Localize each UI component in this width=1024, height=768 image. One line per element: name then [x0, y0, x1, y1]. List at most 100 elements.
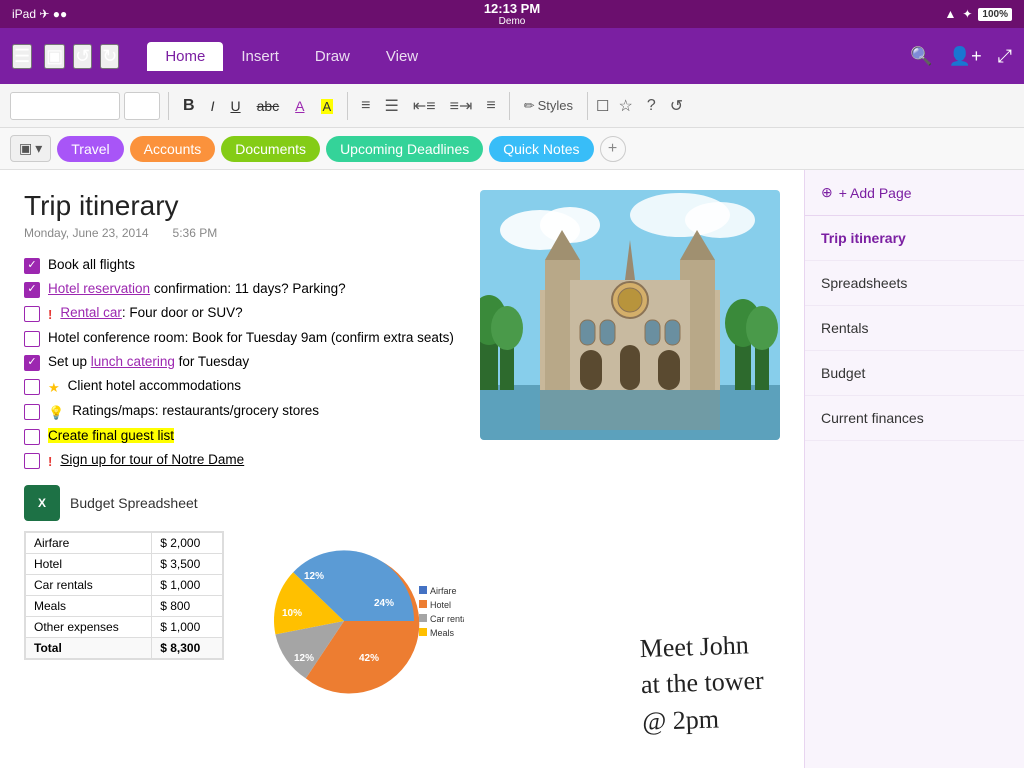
- sidebar-page-label: Rentals: [821, 320, 868, 336]
- hotel-reservation-link[interactable]: Hotel reservation: [48, 281, 150, 296]
- note-content: Trip itinerary Monday, June 23, 2014 5:3…: [0, 170, 804, 768]
- bold-button[interactable]: B: [177, 93, 201, 119]
- add-tab-button[interactable]: +: [600, 136, 626, 162]
- task-item: ! Sign up for tour of Notre Dame: [24, 451, 780, 471]
- checkbox-icon[interactable]: ☐: [596, 97, 609, 115]
- task-text: Ratings/maps: restaurants/grocery stores: [72, 402, 319, 421]
- task-checkbox[interactable]: [24, 306, 40, 322]
- strikethrough-button[interactable]: abc: [251, 94, 286, 118]
- tab-home[interactable]: Home: [147, 42, 223, 71]
- pie-chart: 24% 42% 12% 10% 12% Airfare Hotel Car r: [244, 531, 464, 711]
- undo-button[interactable]: ↺: [73, 44, 92, 69]
- tab-upcoming-deadlines[interactable]: Upcoming Deadlines: [326, 136, 483, 162]
- svg-text:12%: 12%: [294, 653, 314, 664]
- budget-label: Other expenses: [26, 617, 152, 638]
- separator-2: [347, 92, 348, 120]
- svg-text:Meals: Meals: [430, 628, 455, 638]
- font-name-input[interactable]: Calibri Light: [10, 92, 120, 120]
- sidebar-page-current-finances[interactable]: Current finances: [805, 396, 1024, 441]
- task-text: Hotel conference room: Book for Tuesday …: [48, 329, 454, 348]
- sidebar-page-trip-itinerary[interactable]: Trip itinerary: [805, 216, 1024, 261]
- notebook-toggle-button[interactable]: ▣: [44, 44, 65, 69]
- sidebar-page-rentals[interactable]: Rentals: [805, 306, 1024, 351]
- styles-button[interactable]: ✏ Styles: [518, 94, 579, 118]
- star-icon[interactable]: ☆: [613, 92, 637, 120]
- tab-documents[interactable]: Documents: [221, 136, 320, 162]
- task-text: Hotel reservation confirmation: 11 days?…: [48, 280, 346, 299]
- budget-label: Meals: [26, 596, 152, 617]
- highlight-icon: A: [321, 99, 334, 114]
- budget-amount: $ 3,500: [152, 554, 223, 575]
- search-icon[interactable]: 🔍: [910, 46, 932, 67]
- toolbar-nav: ↺ ↻: [73, 44, 119, 69]
- right-sidebar: ⊕ + Add Page Trip itinerary Spreadsheets…: [804, 170, 1024, 768]
- indent-icon[interactable]: ≡⇥: [445, 92, 478, 120]
- exclamation-icon: !: [48, 306, 52, 324]
- outdent-icon[interactable]: ⇤≡: [408, 92, 441, 120]
- task-checkbox[interactable]: [24, 404, 40, 420]
- sidebar-page-spreadsheets[interactable]: Spreadsheets: [805, 261, 1024, 306]
- more-icon[interactable]: ↺: [665, 92, 688, 120]
- separator-1: [168, 92, 169, 120]
- font-size-input[interactable]: 20: [124, 92, 160, 120]
- status-left: iPad ✈ ●●: [12, 7, 67, 21]
- tab-quick-notes[interactable]: Quick Notes: [489, 136, 593, 162]
- sidebar-page-label: Current finances: [821, 410, 924, 426]
- tab-insert[interactable]: Insert: [223, 42, 297, 71]
- styles-label: Styles: [538, 98, 573, 113]
- table-row: Meals $ 800: [26, 596, 223, 617]
- tab-accounts[interactable]: Accounts: [130, 136, 216, 162]
- budget-amount: $ 2,000: [152, 533, 223, 554]
- task-checkbox[interactable]: [24, 379, 40, 395]
- highlight-button[interactable]: A: [315, 94, 340, 118]
- notebook-toggle[interactable]: ▣ ▾: [10, 135, 51, 162]
- add-page-button[interactable]: ⊕ + Add Page: [805, 170, 1024, 216]
- separator-4: [587, 92, 588, 120]
- lunch-catering-link[interactable]: lunch catering: [91, 354, 175, 369]
- toolbar-right: 🔍 👤+ ⤢: [910, 46, 1012, 67]
- toolbar-left: ☰ ▣: [12, 44, 65, 69]
- budget-title: Budget Spreadsheet: [70, 495, 198, 511]
- task-checkbox[interactable]: [24, 282, 40, 298]
- budget-label: Hotel: [26, 554, 152, 575]
- pencil-icon: ✏: [524, 98, 535, 114]
- table-row: Car rentals $ 1,000: [26, 575, 223, 596]
- task-checkbox[interactable]: [24, 429, 40, 445]
- task-checkbox[interactable]: [24, 258, 40, 274]
- font-color-button[interactable]: A: [289, 94, 310, 118]
- note-time: 5:36 PM: [173, 226, 218, 240]
- task-checkbox[interactable]: [24, 331, 40, 347]
- align-icon[interactable]: ≡: [481, 93, 500, 119]
- rental-car-link[interactable]: Rental car: [60, 305, 122, 320]
- tab-view[interactable]: View: [368, 42, 436, 71]
- bulb-indicator-icon: 💡: [48, 404, 64, 422]
- menu-button[interactable]: ☰: [12, 44, 32, 69]
- chevron-down-icon: ▾: [35, 140, 42, 157]
- notre-dame-image: [480, 190, 780, 440]
- italic-button[interactable]: I: [205, 94, 221, 118]
- task-checkbox[interactable]: [24, 453, 40, 469]
- redo-button[interactable]: ↻: [100, 44, 119, 69]
- tab-draw[interactable]: Draw: [297, 42, 368, 71]
- underline-button[interactable]: U: [224, 94, 246, 118]
- help-icon[interactable]: ?: [642, 93, 661, 119]
- status-bar: iPad ✈ ●● 12:13 PM Demo ▲ ✦ 100%: [0, 0, 1024, 28]
- toolbar-tabs: Home Insert Draw View: [147, 42, 436, 71]
- sidebar-page-label: Budget: [821, 365, 865, 381]
- task-checkbox[interactable]: [24, 355, 40, 371]
- battery-icon: 100%: [978, 8, 1012, 21]
- sidebar-page-budget[interactable]: Budget: [805, 351, 1024, 396]
- expand-icon[interactable]: ⤢: [998, 46, 1012, 67]
- bullets-icon[interactable]: ≡: [356, 93, 375, 119]
- tab-travel[interactable]: Travel: [57, 136, 123, 162]
- handwritten-line-3: @ 2pm: [642, 699, 766, 740]
- svg-text:Hotel: Hotel: [430, 600, 451, 610]
- status-time: 12:13 PM: [484, 1, 540, 16]
- numbering-icon[interactable]: ☰: [380, 92, 404, 120]
- font-selector: Calibri Light 20: [10, 92, 160, 120]
- exclamation-icon: !: [48, 453, 52, 471]
- task-text: Set up lunch catering for Tuesday: [48, 353, 249, 372]
- toolbar: ☰ ▣ ↺ ↻ Home Insert Draw View 🔍 👤+ ⤢: [0, 28, 1024, 84]
- budget-total-amount: $ 8,300: [152, 638, 223, 659]
- add-user-icon[interactable]: 👤+: [949, 46, 982, 67]
